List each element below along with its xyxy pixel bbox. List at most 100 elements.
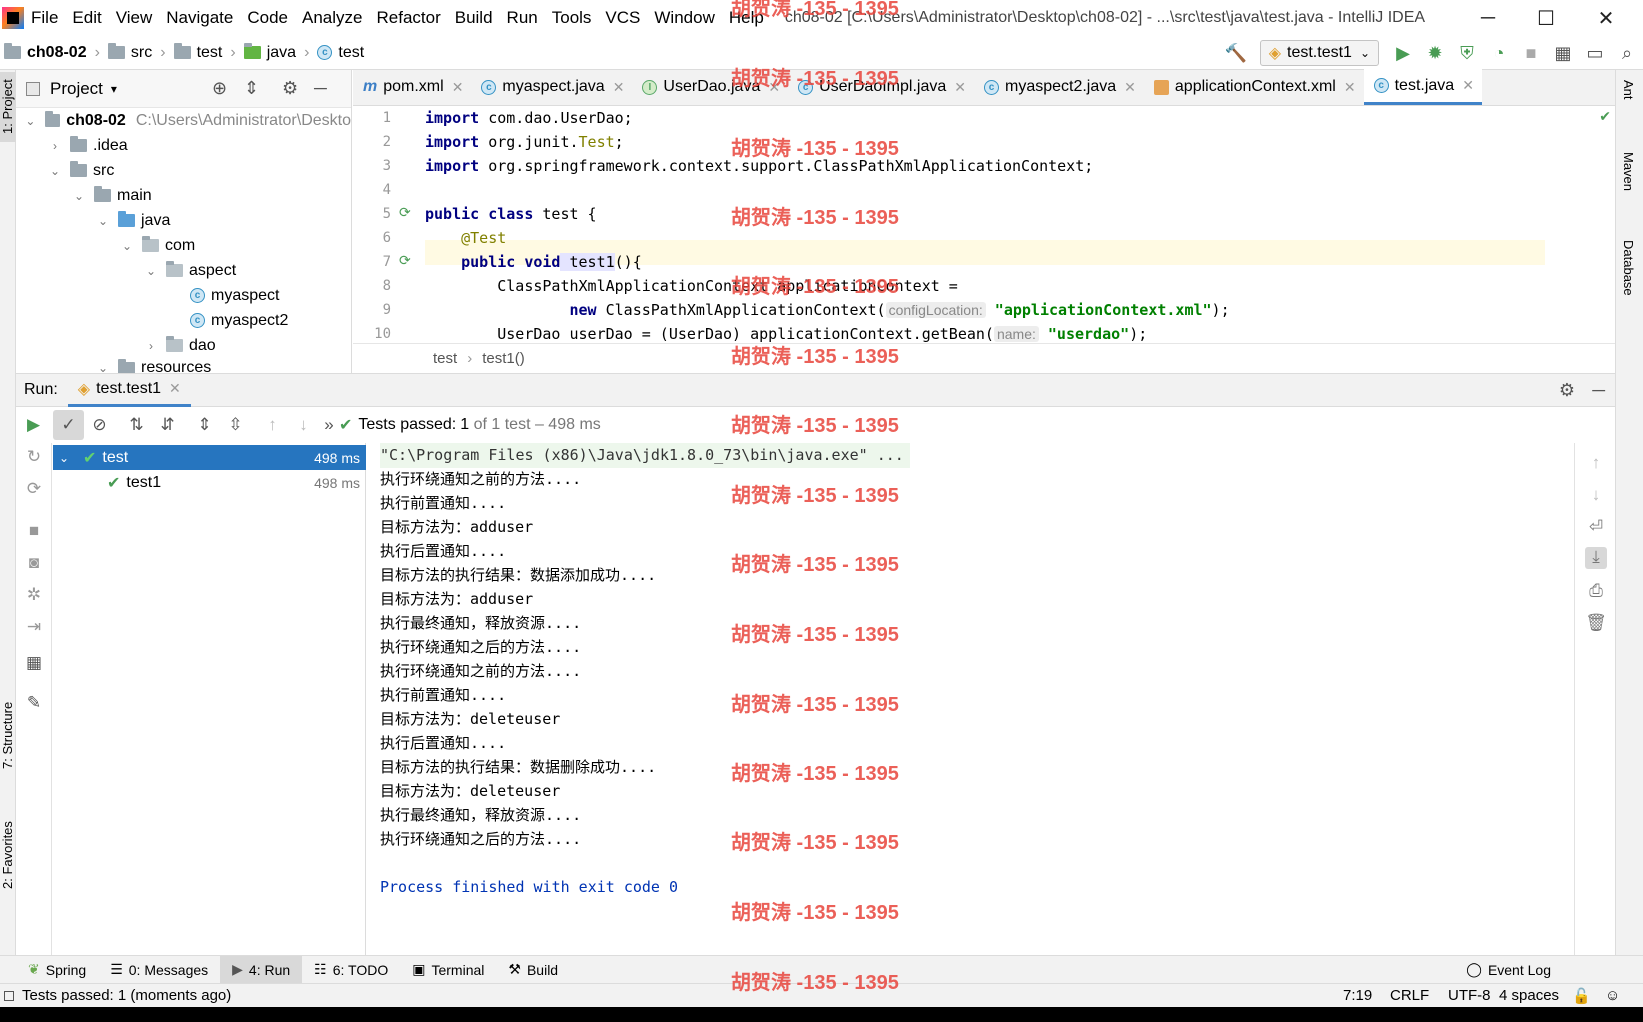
menu-build[interactable]: Build	[448, 8, 500, 28]
search-icon[interactable]: ⌕	[1611, 38, 1643, 68]
expand-all-icon[interactable]: ⇕	[189, 410, 220, 440]
favorites-tool-button[interactable]: 2: Favorites	[0, 800, 16, 910]
trash-icon[interactable]: 🗑	[1585, 613, 1607, 635]
indent-setting[interactable]: 4 spaces	[1499, 987, 1559, 1004]
toggle-auto-test-icon[interactable]: ⟳	[24, 479, 44, 499]
pin-icon[interactable]: ✎	[24, 693, 44, 713]
project-tree-item[interactable]: › dao	[16, 333, 351, 358]
breadcrumb-class[interactable]: c test	[313, 44, 368, 62]
project-tree-item[interactable]: ⌄ java	[16, 208, 351, 233]
menu-analyze[interactable]: Analyze	[295, 8, 369, 28]
chevron-down-icon[interactable]: ▾	[111, 82, 117, 96]
tool-windows-icon[interactable]	[4, 990, 14, 1001]
caret-position[interactable]: 7:19	[1343, 987, 1372, 1004]
menu-file[interactable]: File	[24, 8, 65, 28]
project-tree-item[interactable]: › .idea	[16, 133, 351, 158]
hide-icon[interactable]: ─	[1592, 380, 1605, 401]
ant-tool-button[interactable]: Ant	[1621, 80, 1636, 100]
close-icon[interactable]: ✕	[1344, 79, 1356, 96]
close-icon[interactable]: ✕	[1462, 77, 1474, 94]
menu-vcs[interactable]: VCS	[598, 8, 647, 28]
run-tab[interactable]: ◈ test.test1 ✕	[67, 374, 191, 407]
menu-edit[interactable]: Edit	[65, 8, 108, 28]
test-row-method[interactable]: ✔ test1 498 ms	[53, 470, 366, 495]
editor-tab[interactable]: applicationContext.xml ✕	[1144, 69, 1364, 105]
menu-navigate[interactable]: Navigate	[159, 8, 240, 28]
project-tree-item[interactable]: ⌄ main	[16, 183, 351, 208]
close-icon[interactable]: ✕	[1124, 79, 1136, 96]
project-tool-button[interactable]: 1: Project	[0, 72, 16, 142]
layout-icon[interactable]: ▦	[24, 653, 44, 673]
show-ignored-icon[interactable]: ⊘	[84, 410, 115, 440]
show-passed-icon[interactable]: ✓	[53, 410, 84, 440]
run-configuration-select[interactable]: ◈ test.test1 ⌄	[1259, 40, 1379, 66]
import-tests-icon[interactable]: ⇥	[24, 617, 44, 637]
editor-tab[interactable]: c test.java ✕	[1363, 69, 1482, 105]
maven-tool-button[interactable]: Maven	[1621, 152, 1636, 191]
breadcrumb-src[interactable]: src	[104, 43, 156, 62]
editor-tab[interactable]: c UserDaoImpl.java ✕	[788, 69, 974, 105]
project-panel-title[interactable]: Project	[50, 79, 103, 99]
chevron-down-icon[interactable]: ⌄	[144, 264, 158, 278]
chevron-down-icon[interactable]: ⌄	[24, 114, 37, 128]
tool-tab-spring[interactable]: ❦ Spring	[16, 956, 98, 984]
editor-tab[interactable]: c myaspect.java ✕	[471, 69, 632, 105]
next-test-icon[interactable]: ↓	[288, 410, 319, 440]
close-icon[interactable]: ✕	[452, 79, 464, 96]
chevron-down-icon[interactable]: ⌄	[120, 239, 134, 253]
previous-test-icon[interactable]: ↑	[257, 410, 288, 440]
tool-tab-event-log[interactable]: ◯ Event Log	[1454, 956, 1563, 984]
tool-tab-messages[interactable]: ☰ 0: Messages	[98, 956, 220, 984]
project-tree-item[interactable]: c myaspect	[16, 283, 351, 308]
scroll-to-end-icon[interactable]: ⤓	[1585, 547, 1607, 569]
editor-crumb-method[interactable]: test1()	[482, 350, 525, 367]
breadcrumb-project[interactable]: ch08-02	[0, 43, 91, 62]
file-encoding[interactable]: UTF-8	[1448, 987, 1491, 1004]
more-icon[interactable]: »	[319, 410, 339, 440]
chevron-down-icon[interactable]: ⌄	[72, 189, 86, 203]
close-icon[interactable]: ✕	[954, 79, 966, 96]
settings-icon[interactable]: ✲	[24, 585, 44, 605]
project-tree-item[interactable]: ⌄ ch08-02 C:\Users\Administrator\Deskto	[16, 108, 351, 133]
close-icon[interactable]: ✕	[169, 380, 181, 397]
project-tree-item[interactable]: ⌄ com	[16, 233, 351, 258]
tool-tab-todo[interactable]: ☷ 6: TODO	[302, 956, 400, 984]
chevron-right-icon[interactable]: ›	[48, 139, 62, 153]
menu-code[interactable]: Code	[240, 8, 295, 28]
sdk-manager-icon[interactable]: ▭	[1579, 38, 1611, 68]
run-gutter-icon[interactable]: ⟳	[399, 252, 411, 269]
rerun-icon[interactable]: ▶	[18, 410, 49, 440]
editor-tab[interactable]: I UserDao.java ✕	[632, 69, 788, 105]
coverage-icon[interactable]: ⛨	[1451, 38, 1483, 68]
console-output[interactable]: "C:\Program Files (x86)\Java\jdk1.8.0_73…	[366, 443, 1574, 955]
sort-alphabetically-icon[interactable]: ⇅	[121, 410, 152, 440]
structure-tool-button[interactable]: 7: Structure	[0, 685, 16, 785]
debug-icon[interactable]: ✹	[1419, 38, 1451, 68]
line-separator[interactable]: CRLF	[1390, 987, 1429, 1004]
tool-tab-build[interactable]: ⚒ Build	[496, 956, 570, 984]
rerun-failed-icon[interactable]: ↻	[24, 447, 44, 467]
hide-icon[interactable]: ─	[314, 78, 327, 99]
code-area[interactable]: import com.dao.UserDao; import org.junit…	[425, 106, 1555, 343]
hammer-build-icon[interactable]: 🔨	[1220, 38, 1252, 68]
breadcrumb-java[interactable]: java	[240, 43, 300, 62]
menu-tools[interactable]: Tools	[545, 8, 599, 28]
profile-icon[interactable]: ◔	[1483, 38, 1515, 68]
menu-help[interactable]: Help	[722, 8, 771, 28]
stop-icon[interactable]: ■	[1515, 38, 1547, 68]
project-tree-item[interactable]: c myaspect2	[16, 308, 351, 333]
menu-window[interactable]: Window	[647, 8, 721, 28]
chevron-right-icon[interactable]: ›	[144, 339, 158, 353]
project-tree-item[interactable]: ⌄ aspect	[16, 258, 351, 283]
chevron-down-icon[interactable]: ⌄	[48, 164, 62, 178]
run-icon[interactable]: ▶	[1387, 38, 1419, 68]
inspector-icon[interactable]: ☺	[1605, 987, 1620, 1004]
lock-icon[interactable]: 🔓	[1572, 987, 1591, 1005]
stop-icon[interactable]: ■	[24, 521, 44, 541]
close-button[interactable]: ✕	[1577, 0, 1635, 36]
print-icon[interactable]: ⎙	[1585, 581, 1607, 603]
status-message[interactable]: Tests passed: 1 (moments ago)	[22, 987, 231, 1004]
database-tool-button[interactable]: Database	[1621, 240, 1636, 296]
test-row-suite[interactable]: ⌄ ✔ test 498 ms	[53, 445, 366, 470]
soft-wrap-icon[interactable]: ⏎	[1585, 517, 1607, 539]
